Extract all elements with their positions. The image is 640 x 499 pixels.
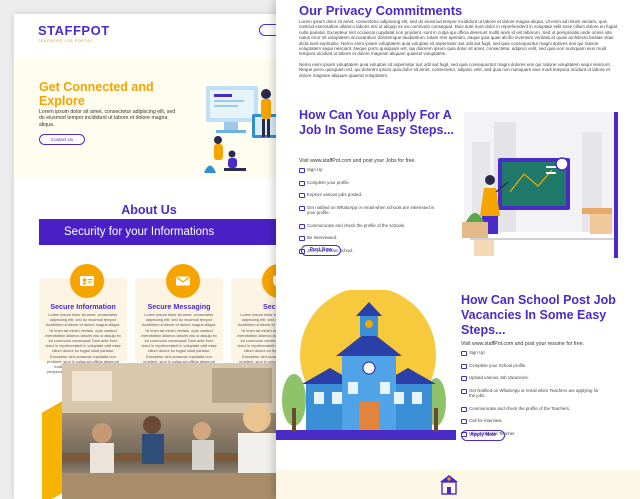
feature-card-secure-messaging: Secure Messaging Lorem ipsum dolor sit a… (135, 264, 223, 379)
list-item: Complete your profile. (299, 180, 439, 186)
id-card-icon (70, 264, 104, 298)
school-visit-text: Visit www.staffPot.com and post your res… (461, 341, 585, 347)
feature-title: Secure Information (50, 302, 116, 311)
list-item: Be Interviewed. (299, 235, 439, 242)
list-item: Get notified on WhatsApp or email when s… (299, 205, 439, 215)
apply-steps-title: How Can You Apply For A Job In Some Easy… (299, 108, 454, 137)
logo-wordmark: STAFFPOT (38, 23, 110, 38)
about-us-title: About Us (121, 203, 177, 217)
security-banner: Security for your Informations (39, 219, 284, 245)
list-item: Communicate and check the profile of the… (461, 406, 601, 412)
classroom-photo (62, 363, 284, 499)
privacy-paragraph-2: Nemo enim ipsam voluptatem quia voluptas… (299, 62, 611, 78)
teacher-illustration (462, 112, 622, 258)
logo-tagline: TEACHERS JOB PORTAL (38, 39, 93, 43)
list-item: Sign Up (299, 167, 439, 174)
privacy-paragraph-1: Lorem ipsum dolor sit amet, consectetur … (299, 19, 618, 57)
list-item: Explore various jobs posted. (299, 192, 439, 199)
list-item: Communicate and check the profile of the… (299, 223, 439, 229)
landing-page-right: Our Privacy Commitments Lorem ipsum dolo… (276, 0, 640, 499)
envelope-icon (166, 264, 200, 298)
list-item: Call for interview. (461, 418, 601, 425)
list-item: Sign Up (461, 350, 601, 357)
contact-us-button[interactable]: Contact Us (39, 134, 85, 145)
apply-visit-text: Visit www.staffPot.com and post your Job… (299, 158, 416, 164)
privacy-title: Our Privacy Commitments (299, 3, 463, 18)
staffpot-logo[interactable]: STAFFPOT TEACHERS JOB PORTAL (38, 23, 110, 43)
list-item: Get Notified on WhatsApp or email when T… (461, 388, 601, 398)
landing-page-left: STAFFPOT TEACHERS JOB PORTAL Get Connect… (14, 14, 284, 499)
security-title: Security for your Informations (64, 226, 215, 238)
feature-card-secure-information: Secure Information Lorem ipsum dolor sit… (39, 264, 127, 379)
apply-now-button[interactable]: Apply Now (461, 430, 505, 441)
list-item: Upload various Job Vacancies. (461, 375, 601, 382)
school-emblem-icon (440, 475, 458, 495)
hero-section: Get Connected and Explore Lorem ipsum do… (14, 58, 284, 178)
school-illustration (276, 290, 456, 440)
feature-title: Secure Messaging (147, 302, 211, 311)
post-now-button[interactable]: Post Now (301, 245, 341, 256)
site-header: STAFFPOT TEACHERS JOB PORTAL (14, 14, 284, 58)
hero-title: Get Connected and Explore (39, 80, 154, 108)
classroom-photo-art (62, 363, 284, 499)
hero-illustration (204, 86, 282, 173)
decorative-stripe (42, 401, 62, 499)
school-steps-title: How Can School Post Job Vacancies In Som… (461, 293, 616, 337)
hero-description: Lorem ipsum dolor sit amet, consectetur … (39, 109, 176, 128)
list-item: Complete your School profile. (461, 363, 601, 369)
